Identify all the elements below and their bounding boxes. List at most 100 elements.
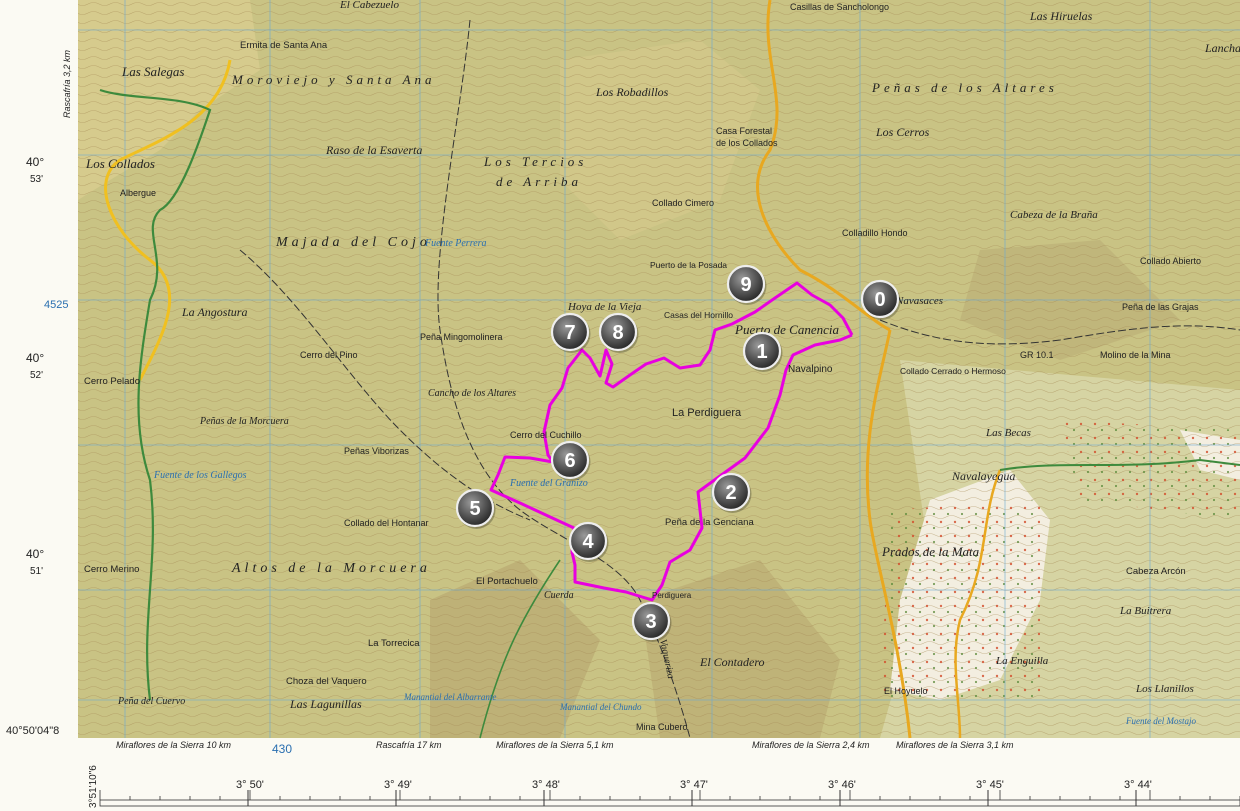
place-label: Las Hiruelas [1029,9,1093,23]
place-label: Lancha [1204,41,1240,55]
grid-label: 430 [272,742,292,756]
waypoint-number: 5 [469,498,480,520]
place-label: La Torrecica [368,638,420,649]
place-label: de Arriba [496,174,582,189]
place-label: Casas del Hornillo [664,310,733,320]
place-label: Choza del Vaquero [286,676,367,687]
distance-label: Miraflores de la Sierra 2,4 km [752,740,870,750]
place-label: Los Robadillos [595,85,669,99]
longitude-label: 3° 49' [384,779,412,791]
waypoint-number: 8 [612,322,623,344]
distance-label: Miraflores de la Sierra 5,1 km [496,740,614,750]
place-label: de los Collados [716,138,778,148]
place-label: Cancho de los Altares [428,388,516,399]
place-label: Altos de la Morcuera [231,561,431,576]
place-label: GR 10.1 [1020,350,1054,360]
place-label: Prados de la Mata [881,544,980,559]
waypoint-number: 6 [564,450,575,472]
place-label: Albergue [120,188,156,198]
place-label: Collado Cimero [652,198,714,208]
longitude-label: 3° 50' [236,779,264,791]
place-label: Perdiguera [652,591,692,600]
place-label: La Buitrera [1119,605,1172,617]
waypoint-number: 9 [740,274,751,296]
waypoint-number: 4 [582,531,594,553]
place-label: Ermita de Santa Ana [240,40,328,51]
waypoint-number: 7 [564,322,575,344]
place-label: Fuente del Mostajo [1125,716,1196,726]
waypoint-number: 3 [645,611,656,633]
place-label: Collado Cerrado o Hermoso [900,366,1006,376]
place-label: Cerro del Cuchillo [510,430,582,440]
place-label: Cuerda [544,590,574,601]
place-label: Collado del Hontanar [344,518,429,528]
corner-longitude: 3°51'10"6 [88,765,99,808]
margin-distance: Rascafría 3,2 km [62,49,72,118]
place-label: Las Lagunillas [289,697,362,711]
place-label: Las Salegas [121,64,184,79]
place-label: Los Collados [85,156,155,171]
place-label: Peñas de la Morcuera [199,416,289,427]
latitude-label: 40°50'04"8 [6,725,59,737]
place-label: El Cabezuelo [339,0,399,11]
place-label: El Hoyuelo [884,686,928,696]
place-label: Molino de la Mina [1100,350,1171,360]
place-label: Cerro Merino [84,564,139,575]
place-label: La Perdiguera [672,407,742,419]
place-label: Puerto de la Posada [650,260,727,270]
grid-label: 4525 [44,299,68,311]
longitude-label: 3° 48' [532,779,560,791]
place-label: Fuente de los Gallegos [153,470,247,481]
latitude-label: 40° [26,351,44,365]
place-label: Cabeza de la Braña [1010,209,1098,221]
place-label: Mina Cubero [636,722,688,732]
place-label: La Enguilla [995,655,1049,667]
place-label: El Contadero [699,655,765,669]
longitude-label: 3° 46' [828,779,856,791]
place-label: Peña del Cuervo [117,696,185,707]
place-label: Collado Abierto [1140,256,1201,266]
place-label: Casa Forestal [716,126,772,136]
map-canvas: Las Salegas Ermita de Santa Ana Moroviej… [0,0,1240,811]
place-label: Cabeza Arcón [1126,566,1186,577]
place-label: Cerro del Pino [300,350,358,360]
latitude-label: 53' [30,174,43,185]
place-label: Peña de la Genciana [665,517,754,528]
place-label: Peña de las Grajas [1122,302,1199,312]
place-label: Los Tercios [483,154,587,169]
place-label: Navasaces [895,295,943,307]
waypoint-number: 1 [756,341,767,363]
place-label: Cerro Pelado [84,376,140,387]
waypoint-number: 0 [874,289,885,311]
vegetation-dots [880,500,1040,700]
place-label: El Portachuelo [476,576,538,587]
waypoint-number: 2 [725,482,736,504]
distance-label: Rascafría 17 km [376,740,442,750]
place-label: Navalayegua [951,469,1015,483]
place-label: Navalpino [788,364,833,375]
place-label: Raso de la Esaverta [325,143,422,157]
place-label: Hoya de la Vieja [567,301,642,313]
place-label: Moroviejo y Santa Ana [231,72,436,87]
topographic-map: Las Salegas Ermita de Santa Ana Moroviej… [0,0,1240,811]
longitude-label: 3° 44' [1124,779,1152,791]
latitude-label: 51' [30,566,43,577]
place-label: Puerto de Canencia [734,322,839,337]
place-label: Colladillo Hondo [842,228,908,238]
place-label: Majada del Cojo [275,235,431,250]
place-label: Los Cerros [875,125,930,139]
distance-label: Miraflores de la Sierra 10 km [116,740,232,750]
place-label: Fuente Perrera [424,238,487,249]
place-label: Manantial del Chundo [559,702,642,712]
place-label: Casillas de Sancholongo [790,2,889,12]
place-label: Peñas Viborizas [344,446,409,456]
place-label: Peñas de los Altares [871,80,1058,95]
place-label: Los Llanillos [1135,683,1194,695]
distance-label: Miraflores de la Sierra 3,1 km [896,740,1014,750]
place-label: Peña Mingomolinera [420,332,503,342]
latitude-label: 40° [26,547,44,561]
place-label: Las Becas [985,427,1031,439]
place-label: La Angostura [181,305,247,319]
longitude-label: 3° 47' [680,779,708,791]
longitude-label: 3° 45' [976,779,1004,791]
